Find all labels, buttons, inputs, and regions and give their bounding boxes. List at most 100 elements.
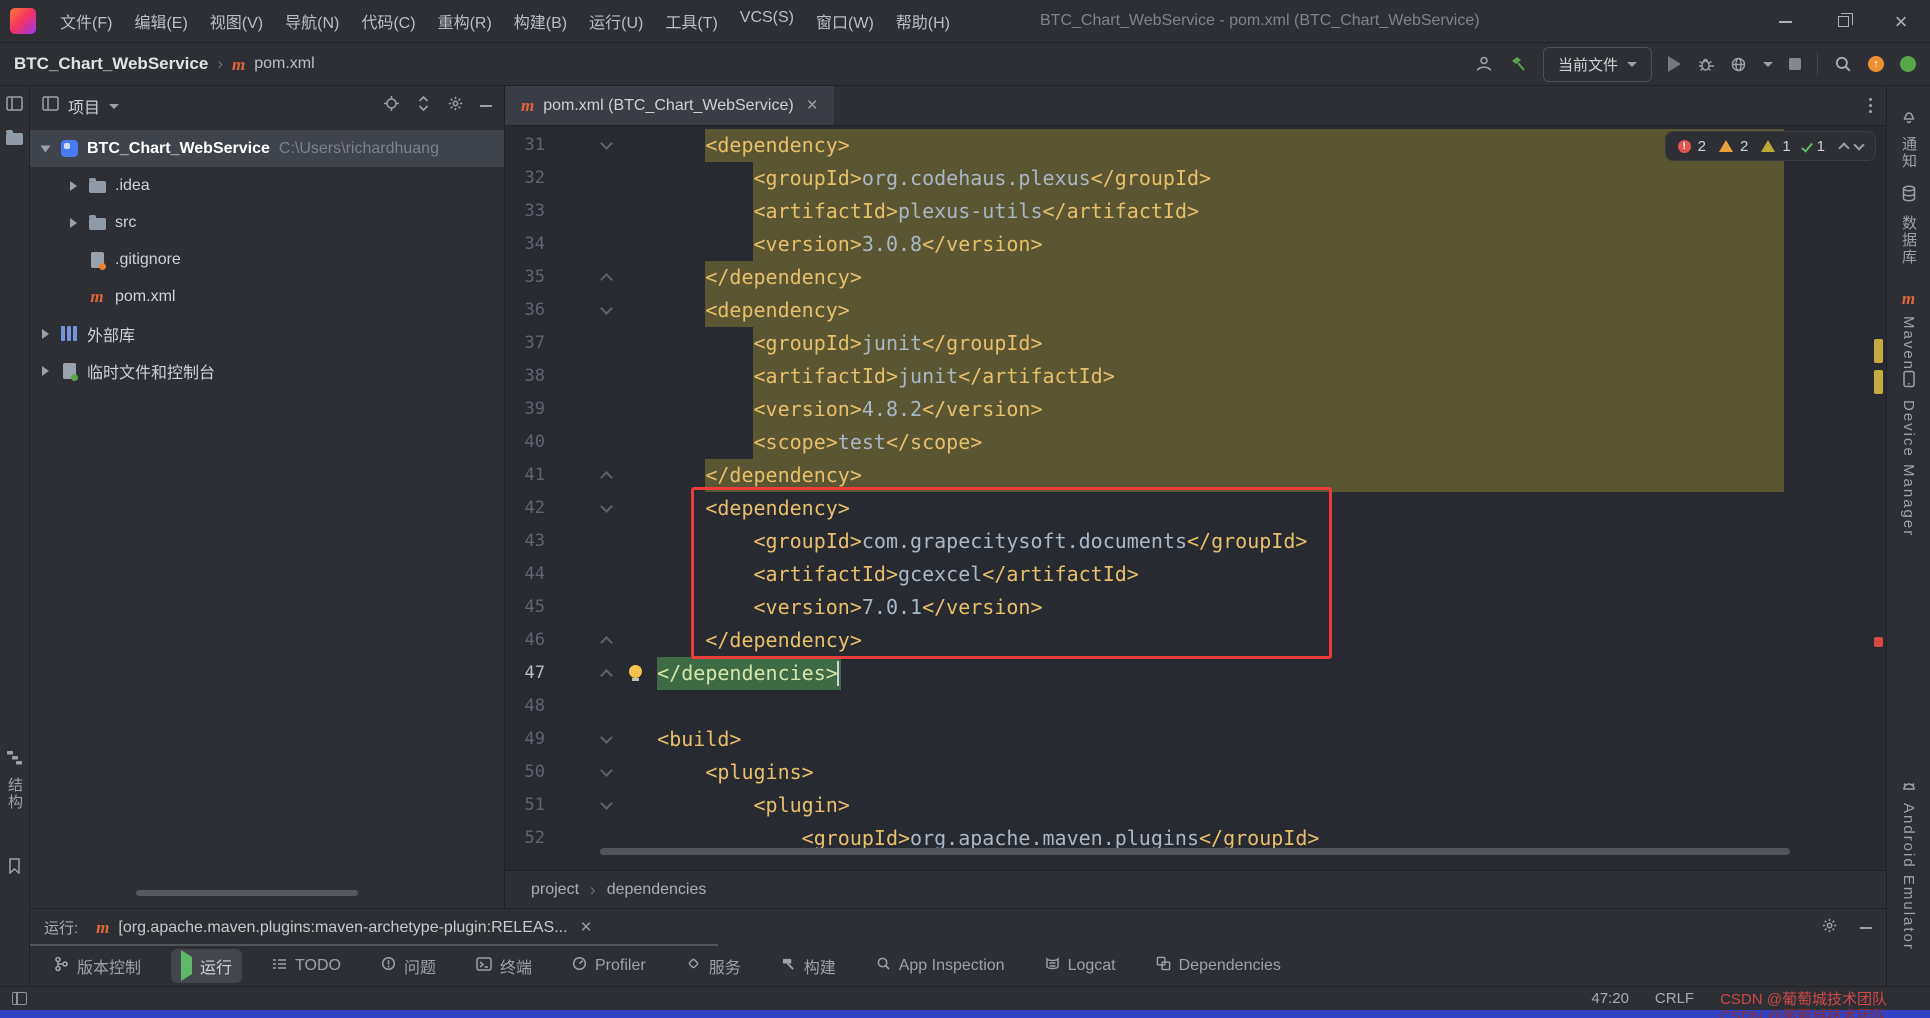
code-line-40[interactable]: 40 <scope>test</scope> [505,426,1886,459]
line-number[interactable]: 31 [505,129,545,162]
menu-item-4[interactable]: 代码(C) [351,4,425,38]
project-view-icon[interactable] [0,96,29,111]
tool-window-button-problems[interactable]: 问题 [371,949,446,983]
tree-item-3[interactable]: .gitignore [30,241,504,278]
search-icon[interactable] [1834,55,1852,73]
tool-window-button-profiler[interactable]: Profiler [562,951,656,981]
breadcrumb-project[interactable]: BTC_Chart_WebService [14,54,208,74]
code-text[interactable]: <groupId>org.codehaus.plexus</groupId> [609,162,1211,195]
breadcrumb-dependencies-tag[interactable]: dependencies [607,881,707,899]
code-line-47[interactable]: 47 </dependencies> [505,657,1886,690]
code-line-35[interactable]: 35 </dependency> [505,261,1886,294]
code-line-39[interactable]: 39 <version>4.8.2</version> [505,393,1886,426]
code-area[interactable]: 31 <dependency> 32 <groupId>org.codehaus.… [505,126,1886,858]
code-text[interactable]: <groupId>junit</groupId> [609,327,1043,360]
menu-item-3[interactable]: 导航(N) [275,4,349,38]
settings-gear-icon[interactable] [447,95,464,117]
menu-item-0[interactable]: 文件(F) [50,4,122,38]
tool-window-button-version-control[interactable]: 版本控制 [44,949,151,983]
line-number[interactable]: 43 [505,525,545,558]
code-line-32[interactable]: 32 <groupId>org.codehaus.plexus</groupId… [505,162,1886,195]
code-line-34[interactable]: 34 <version>3.0.8</version> [505,228,1886,261]
warning-stripe-mark[interactable] [1874,339,1883,363]
tool-stripe-device-manager[interactable]: Device Manager [1887,370,1930,537]
tool-window-button-terminal[interactable]: 终端 [466,949,542,983]
code-text[interactable]: <plugin> [609,789,850,822]
line-number[interactable]: 42 [505,492,545,525]
line-number[interactable]: 41 [505,459,545,492]
code-text[interactable]: <dependency> [609,294,850,327]
breadcrumb-file[interactable]: pom.xml [254,55,314,73]
menu-item-6[interactable]: 构建(B) [504,4,577,38]
coverage-icon[interactable] [1730,56,1747,73]
code-text[interactable]: <build> [609,723,741,756]
tab-close-icon[interactable]: × [581,917,592,939]
menu-item-11[interactable]: 帮助(H) [886,4,960,38]
code-line-50[interactable]: 50 <plugins> [505,756,1886,789]
project-panel-scrollbar[interactable] [136,890,358,896]
run-tab[interactable]: m [org.apache.maven.plugins:maven-archet… [96,917,591,939]
tree-chevron-icon[interactable] [41,145,51,152]
debug-icon[interactable] [1697,56,1714,73]
locate-file-icon[interactable] [383,95,400,117]
line-number[interactable]: 32 [505,162,545,195]
menu-item-5[interactable]: 重构(R) [428,4,502,38]
tool-stripe-maven[interactable]: mMaven [1887,290,1930,371]
warning-stripe-mark[interactable] [1874,370,1883,394]
tool-stripe-android-emulator[interactable]: Android Emulator [1887,777,1930,951]
code-line-36[interactable]: 36 <dependency> [505,294,1886,327]
line-number[interactable]: 37 [505,327,545,360]
tree-item-6[interactable]: 临时文件和控制台 [30,352,504,389]
code-text[interactable]: <version>3.0.8</version> [609,228,1043,261]
tree-item-4[interactable]: mpom.xml [30,278,504,315]
line-number[interactable]: 49 [505,723,545,756]
line-number[interactable]: 47 [505,657,545,690]
code-line-49[interactable]: 49 <build> [505,723,1886,756]
tree-item-2[interactable]: src [30,204,504,241]
structure-tool-button[interactable]: 结构 [0,750,29,811]
tree-chevron-icon[interactable] [42,366,49,376]
code-line-33[interactable]: 33 <artifactId>plexus-utils</artifactId> [505,195,1886,228]
code-text[interactable]: <artifactId>junit</artifactId> [609,360,1115,393]
layout-icon[interactable] [12,992,27,1005]
menu-item-9[interactable]: VCS(S) [730,4,804,38]
tool-window-button-build[interactable]: 构建 [771,949,846,983]
tool-stripe-notifications[interactable]: 通知 [1887,108,1930,170]
line-number[interactable]: 45 [505,591,545,624]
settings-gear-icon[interactable] [1821,917,1838,939]
menu-item-2[interactable]: 视图(V) [200,4,273,38]
expand-collapse-icon[interactable] [416,95,431,117]
tree-chevron-icon[interactable] [42,329,49,339]
project-panel-title[interactable]: 项目 [68,94,100,118]
bookmark-icon[interactable] [0,858,29,874]
tool-window-button-dependencies[interactable]: Dependencies [1146,951,1291,981]
code-line-51[interactable]: 51 <plugin> [505,789,1886,822]
run-configuration-selector[interactable]: 当前文件 [1543,47,1652,82]
line-number[interactable]: 46 [505,624,545,657]
line-number[interactable]: 39 [505,393,545,426]
caret-position[interactable]: 47:20 [1591,990,1629,1007]
user-icon[interactable] [1475,55,1493,73]
code-text[interactable]: <plugins> [609,756,814,789]
code-line-37[interactable]: 37 <groupId>junit</groupId> [505,327,1886,360]
tree-item-5[interactable]: 外部库 [30,315,504,352]
code-text[interactable]: </dependencies> [609,657,838,690]
tab-close-icon[interactable]: × [807,95,818,117]
previous-problem-icon[interactable] [1838,142,1849,153]
tree-item-1[interactable]: .idea [30,167,504,204]
tree-chevron-icon[interactable] [70,181,77,191]
code-text[interactable]: </dependency> [609,261,862,294]
ide-status-icon[interactable] [1900,56,1916,72]
stop-icon[interactable] [1789,58,1801,70]
line-number[interactable]: 33 [505,195,545,228]
inspection-widget[interactable]: 2 2 1 1 [1665,131,1876,161]
hide-panel-icon[interactable] [1860,927,1872,929]
line-number[interactable]: 35 [505,261,545,294]
update-badge-icon[interactable]: ↑ [1868,56,1884,72]
line-number[interactable]: 48 [505,690,545,723]
line-number[interactable]: 50 [505,756,545,789]
line-number[interactable]: 36 [505,294,545,327]
code-line-38[interactable]: 38 <artifactId>junit</artifactId> [505,360,1886,393]
editor-hscrollbar[interactable] [600,848,1790,855]
tool-window-button-logcat[interactable]: Logcat [1035,952,1126,981]
